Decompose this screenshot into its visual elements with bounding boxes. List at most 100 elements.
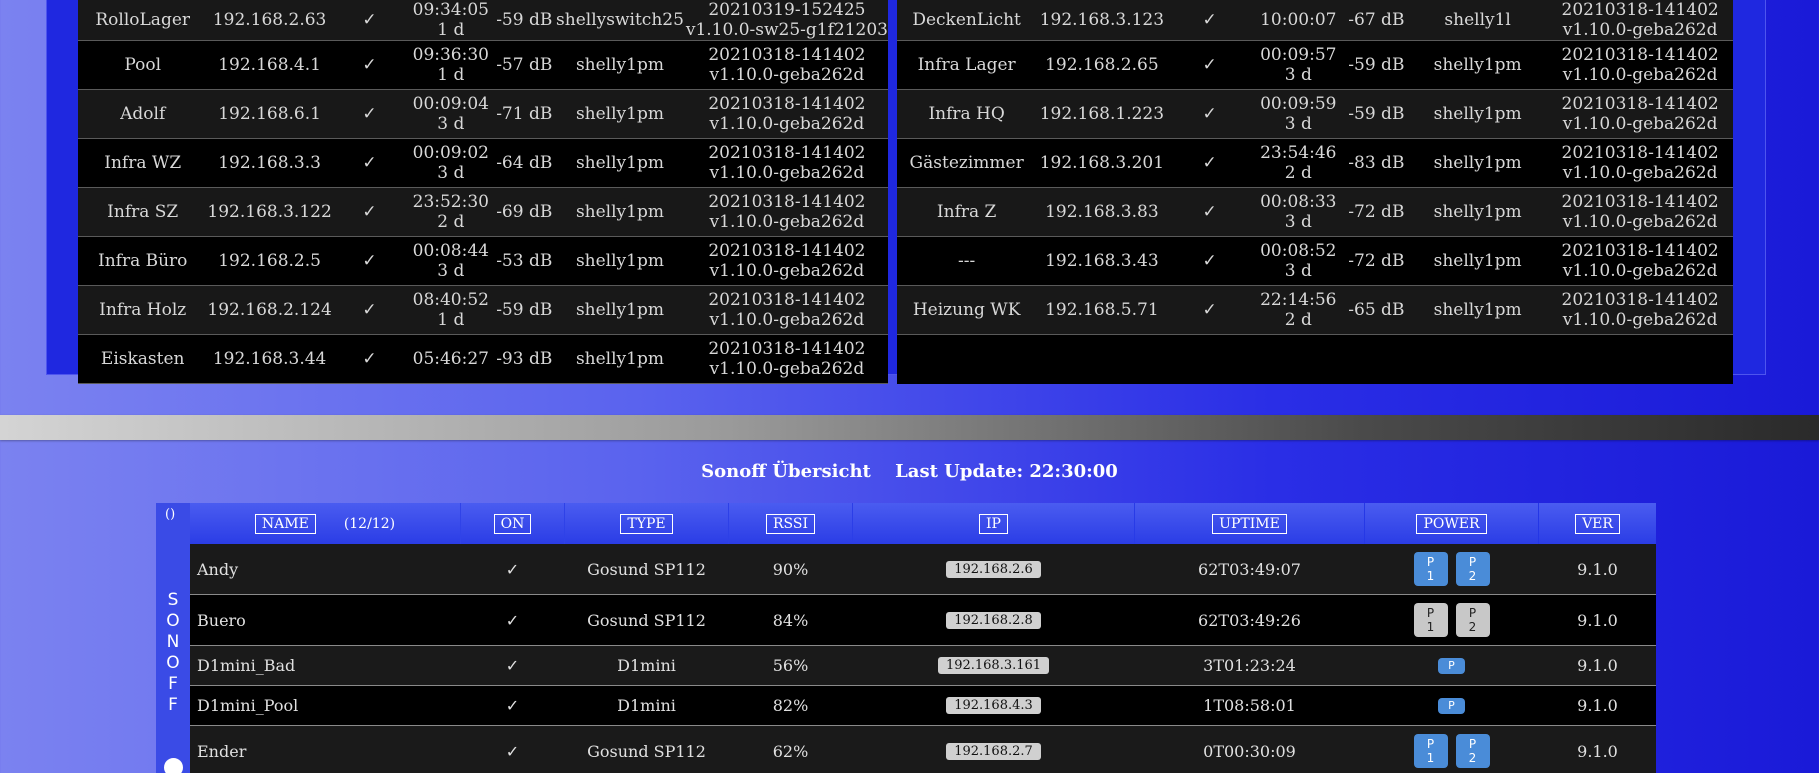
sonoff-table-header: NAME (12/12) ON TYPE RSSI IP UPTIME POWE… <box>190 503 1656 544</box>
shelly-cell-ok: ✓ <box>1167 40 1252 90</box>
power-toggle-button[interactable]: P1 <box>1413 734 1448 768</box>
shelly-cell-uptime: 10:00:07 <box>1251 0 1345 41</box>
sonoff-cell-ver-text: 9.1.0 <box>1577 656 1618 675</box>
sort-type-button[interactable]: TYPE <box>620 513 673 534</box>
sort-name-button[interactable]: NAME <box>254 513 316 534</box>
sonoff-cell-on: ✓ <box>461 544 564 594</box>
shelly-cell-name: Infra SZ <box>78 187 208 237</box>
sonoff-cell-name-text: Andy <box>197 559 239 579</box>
shelly-cell-fw-line: 20210318-141402 <box>708 241 866 261</box>
shelly-cell-ok: ✓ <box>331 236 408 286</box>
shelly-cell-fw-line: 20210318-141402 <box>1561 0 1719 20</box>
sonoff-cell-power: P1P2 <box>1365 595 1538 645</box>
ip-link[interactable]: 192.168.2.7 <box>946 742 1041 760</box>
ip-link[interactable]: 192.168.3.161 <box>937 657 1050 674</box>
shelly-row: Adolf 192.168.6.1 ✓ 00:09:04 3 d -71 dB shelly… <box>78 89 888 139</box>
power-button-label: P <box>1426 737 1435 751</box>
sort-on-button[interactable]: ON <box>493 513 532 534</box>
sonoff-cell-on-text: ✓ <box>505 559 520 579</box>
shelly-cell-rssi: -71 dB <box>494 89 555 139</box>
shelly-cell-uptime-line: 1 d <box>437 20 465 40</box>
ip-link[interactable]: 192.168.4.3 <box>946 697 1041 714</box>
ip-link[interactable]: 192.168.2.8 <box>946 611 1041 629</box>
power-toggle-button[interactable]: P1 <box>1413 603 1448 637</box>
shelly-cell-uptime: 00:08:52 3 d <box>1251 236 1345 286</box>
shelly-cell-fw-line: v1.10.0-geba262d <box>709 310 865 330</box>
sonoff-row: Buero ✓ Gosund SP112 84% 192.168.2.8 62T03:49… <box>190 595 1656 646</box>
sonoff-cell-name-text: Ender <box>197 741 247 761</box>
shelly-cell-type-text: shelly1pm <box>575 104 664 124</box>
shelly-cell-uptime-line: 08:40:52 <box>412 290 489 310</box>
shelly-cell-fw-line: 20210318-141402 <box>1561 143 1719 163</box>
shelly-cell-type-text: shelly1pm <box>575 202 664 222</box>
sonoff-cell-rssi-text: 62% <box>772 741 809 761</box>
sonoff-cell-ver-text: 9.1.0 <box>1577 696 1618 715</box>
sort-ver-button[interactable]: VER <box>1575 513 1620 534</box>
shelly-cell-fw-line: 20210318-141402 <box>708 143 866 163</box>
shelly-cell-uptime-line: 3 d <box>1284 212 1312 232</box>
shelly-cell-rssi-text: -69 dB <box>496 202 553 222</box>
sonoff-cell-uptime: 3T01:23:24 <box>1135 646 1364 685</box>
sonoff-cell-uptime-text: 62T03:49:26 <box>1198 610 1301 630</box>
shelly-cell-rssi-text: -59 dB <box>1348 104 1405 124</box>
sonoff-cell-type-text: Gosund SP112 <box>587 610 706 630</box>
shelly-cell-rssi-text: -71 dB <box>496 104 553 124</box>
sonoff-cell-uptime: 0T00:30:09 <box>1135 726 1364 773</box>
sonoff-cell-rssi-text: 56% <box>772 656 809 675</box>
sonoff-cell-ver: 9.1.0 <box>1539 544 1656 594</box>
shelly-cell-uptime-line: 2 d <box>437 212 465 232</box>
shelly-cell-rssi-text: -93 dB <box>496 349 553 369</box>
sonoff-cell-ver: 9.1.0 <box>1539 686 1656 725</box>
sonoff-cell-uptime-text: 3T01:23:24 <box>1203 656 1296 675</box>
sort-uptime-button[interactable]: UPTIME <box>1212 513 1287 534</box>
shelly-cell-fw-line: v1.10.0-geba262d <box>709 212 865 232</box>
sonoff-cell-rssi-text: 84% <box>772 610 809 630</box>
sonoff-cell-uptime: 1T08:58:01 <box>1135 686 1364 725</box>
sort-ip-button[interactable]: IP <box>979 513 1008 534</box>
shelly-row: --- 192.168.3.43 ✓ 00:08:52 3 d -72 dB shelly1… <box>897 236 1733 286</box>
sonoff-cell-on-text: ✓ <box>505 656 520 675</box>
shelly-cell-name-text: Adolf <box>120 104 166 124</box>
power-toggle-button[interactable]: P1 <box>1413 552 1448 586</box>
shelly-cell-rssi: -93 dB <box>494 334 555 384</box>
power-toggle-button[interactable]: P <box>1438 657 1465 674</box>
sort-rssi-button[interactable]: RSSI <box>765 513 815 534</box>
ip-link[interactable]: 192.168.2.6 <box>946 560 1041 578</box>
sonoff-cell-power: P1P2 <box>1365 544 1538 594</box>
shelly-cell-ok: ✓ <box>1167 236 1252 286</box>
shelly-cell-type-text: shelly1pm <box>575 300 664 320</box>
shelly-cell-ok-text: ✓ <box>362 153 377 173</box>
shelly-cell-type-text: shelly1pm <box>575 153 664 173</box>
shelly-cell-ip: 192.168.1.223 <box>1036 89 1168 139</box>
collapse-toggle-icon[interactable]: () <box>165 507 175 522</box>
shelly-cell-ok: ✓ <box>1167 285 1252 335</box>
shelly-cell-ip: 192.168.2.65 <box>1036 40 1168 90</box>
sonoff-cell-ver-text: 9.1.0 <box>1577 741 1618 761</box>
power-toggle-button[interactable]: P <box>1438 697 1465 714</box>
shelly-cell-rssi: -72 dB <box>1344 187 1409 237</box>
shelly-cell-type-text: shellyswitch25 <box>556 10 684 30</box>
shelly-cell-ip: 192.168.4.1 <box>207 40 332 90</box>
sonoff-row: Ender ✓ Gosund SP112 62% 192.168.2.7 0T00:30:… <box>190 726 1656 773</box>
power-toggle-button[interactable]: P2 <box>1455 552 1490 586</box>
status-circle-icon[interactable] <box>164 758 183 773</box>
shelly-cell-ok-text: ✓ <box>1202 10 1217 30</box>
power-toggle-button[interactable]: P2 <box>1455 603 1490 637</box>
sonoff-cell-name: D1mini_Pool <box>190 686 460 725</box>
shelly-cell-name: RolloLager <box>78 0 208 41</box>
shelly-cell-ip-text: 192.168.5.71 <box>1045 300 1159 320</box>
sonoff-cell-on-text: ✓ <box>505 696 520 715</box>
shelly-cell-ok: ✓ <box>1167 187 1252 237</box>
sonoff-cell-ip: 192.168.3.161 <box>853 646 1134 685</box>
shelly-cell-uptime-line: 09:34:05 <box>412 0 489 20</box>
shelly-cell-rssi: -59 dB <box>1344 40 1409 90</box>
sonoff-cell-power: P <box>1365 686 1538 725</box>
shelly-cell-ok-text: ✓ <box>362 55 377 75</box>
shelly-cell-ip-text: 192.168.4.1 <box>218 55 321 75</box>
sonoff-cell-ip: 192.168.2.6 <box>853 544 1134 594</box>
power-toggle-button[interactable]: P2 <box>1455 734 1490 768</box>
sonoff-label-letter: S <box>167 590 179 610</box>
shelly-cell-name: Infra Holz <box>78 285 208 335</box>
shelly-cell-fw-line: v1.10.0-geba262d <box>709 163 865 183</box>
sort-power-button[interactable]: POWER <box>1416 513 1487 534</box>
